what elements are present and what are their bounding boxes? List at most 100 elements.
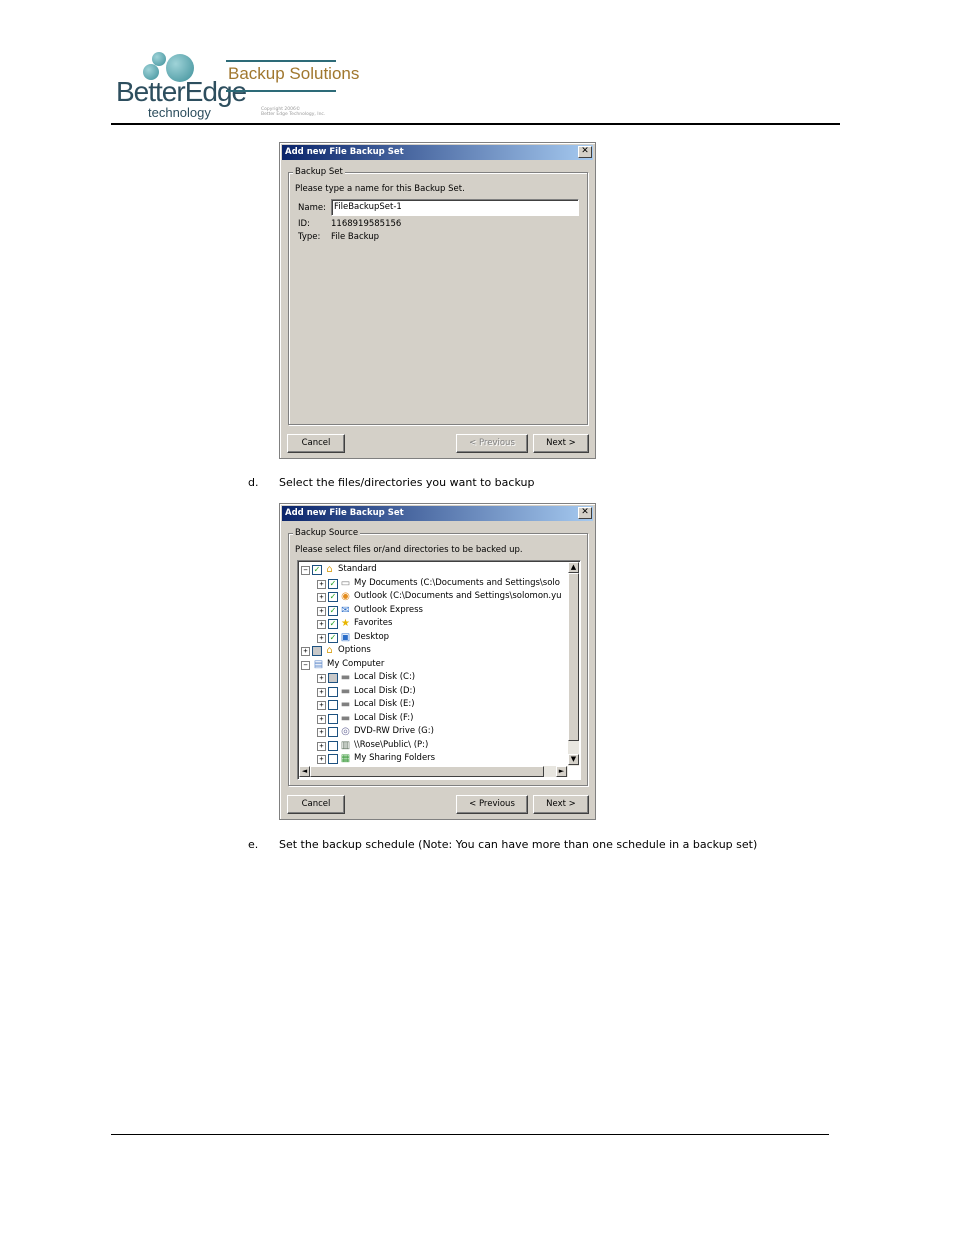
tree-checkbox[interactable] — [312, 646, 322, 656]
tree-expander-icon[interactable]: + — [317, 606, 326, 616]
tree-row[interactable]: + ▦ My Sharing Folders — [298, 752, 566, 765]
tree-expander-icon[interactable]: + — [317, 714, 326, 724]
close-icon[interactable]: ✕ — [578, 146, 592, 158]
scroll-down-button[interactable]: ▼ — [568, 754, 579, 765]
disk-icon: ▬ — [340, 712, 351, 724]
tree-row[interactable]: − ▤ My Computer — [298, 658, 566, 671]
tree-label: Desktop — [354, 631, 390, 642]
copyright-line-2: Better Edge Technology, Inc. — [261, 112, 326, 117]
scroll-left-button[interactable]: ◄ — [299, 766, 310, 777]
tree-row[interactable]: + ✓ ★ Favorites — [298, 617, 566, 630]
id-label: ID: — [298, 219, 310, 229]
tree-checkbox[interactable] — [328, 686, 338, 697]
group-backup-set: Backup Set Please type a name for this B… — [288, 166, 588, 425]
tree-checkbox[interactable] — [328, 700, 338, 710]
tree-row[interactable]: + ✓ ✉ Outlook Express — [298, 604, 566, 617]
group-label: Backup Set — [293, 166, 345, 178]
computer-icon: ▤ — [313, 658, 324, 670]
type-value: File Backup — [331, 232, 380, 242]
step-e-marker: e. — [248, 838, 259, 851]
tree-expander-icon[interactable]: + — [301, 647, 310, 656]
close-icon[interactable]: ✕ — [578, 507, 592, 519]
group-label: Backup Source — [293, 527, 361, 539]
tree-checkbox[interactable]: ✓ — [328, 632, 338, 643]
tree-checkbox[interactable]: ✓ — [328, 605, 338, 616]
tree-expander-icon[interactable]: + — [317, 620, 326, 629]
cancel-button[interactable]: Cancel — [287, 795, 345, 814]
tree-label: My Sharing Folders — [354, 753, 436, 763]
tree-expander-icon[interactable]: + — [317, 633, 326, 643]
favorites-icon: ★ — [341, 618, 350, 629]
next-button[interactable]: Next > — [533, 434, 589, 453]
tree-expander-icon[interactable]: + — [317, 741, 326, 751]
sharing-folder-icon: ▦ — [340, 753, 351, 764]
tree-label: Outlook Express — [354, 604, 423, 615]
backup-source-tree[interactable]: − ✓ ⌂ Standard + ✓ ▭ My Documents (C:\Documents… — [297, 560, 581, 780]
tree-label: My Documents (C:\Documents and Settings\… — [354, 577, 560, 588]
tree-label: Options — [338, 645, 371, 655]
tree-expander-icon[interactable]: + — [317, 579, 326, 589]
tree-row[interactable]: + ▥ \\Rose\Public\ (P:) — [298, 739, 566, 752]
group-backup-source: Backup Source Please select files or/and… — [288, 527, 588, 786]
tree-row[interactable]: + ⌂ Options — [298, 644, 566, 657]
step-e-text: Set the backup schedule (Note: You can h… — [279, 838, 758, 851]
tree-expander-icon[interactable]: + — [317, 755, 326, 764]
tree-checkbox[interactable]: ✓ — [328, 619, 338, 629]
disk-icon: ▬ — [340, 672, 351, 683]
tree-row[interactable]: + ◎ DVD-RW Drive (G:) — [298, 725, 566, 738]
tree-expander-icon[interactable]: − — [301, 660, 310, 670]
logo-subtitle: technology — [148, 105, 211, 120]
tree-row[interactable]: + ✓ ◉ Outlook (C:\Documents and Settings\so… — [298, 590, 566, 603]
previous-button[interactable]: < Previous — [456, 795, 528, 814]
tree-checkbox[interactable] — [328, 673, 338, 683]
dvd-drive-icon: ◎ — [341, 726, 350, 737]
tree-expander-icon[interactable]: + — [317, 593, 326, 602]
tree-label: Favorites — [354, 618, 393, 628]
tree-checkbox[interactable]: ✓ — [312, 565, 322, 575]
tree-row[interactable]: − ✓ ⌂ Standard — [298, 563, 566, 576]
dialog-title-bar: Add new File Backup Set — [282, 506, 593, 521]
tree-checkbox[interactable]: ✓ — [328, 578, 338, 589]
tree-row[interactable]: + ✓ ▭ My Documents (C:\Documents and Settin… — [298, 577, 566, 590]
tree-expander-icon[interactable]: + — [317, 728, 326, 737]
id-value: 1168919585156 — [331, 219, 402, 229]
tree-row[interactable]: + ✓ ▣ Desktop — [298, 631, 566, 644]
tree-label: Local Disk (C:) — [354, 672, 416, 682]
backup-set-name-input[interactable]: FileBackupSet-1 — [331, 199, 579, 216]
tree-expander-icon[interactable]: + — [317, 674, 326, 683]
tree-checkbox[interactable] — [328, 740, 338, 751]
name-label: Name: — [298, 203, 326, 213]
tree-label: Local Disk (E:) — [354, 699, 415, 709]
horizontal-scroll-thumb[interactable] — [310, 766, 544, 777]
tree-checkbox[interactable]: ✓ — [328, 592, 338, 602]
dialog-backup-source: Add new File Backup Set ✕ Backup Source … — [279, 503, 596, 820]
tree-row[interactable]: + ▬ Local Disk (D:) — [298, 685, 566, 698]
tree-expander-icon[interactable]: + — [317, 701, 326, 710]
tree-expander-icon[interactable]: − — [301, 566, 310, 575]
outlook-icon: ◉ — [341, 591, 350, 602]
name-prompt: Please type a name for this Backup Set. — [295, 184, 465, 194]
cancel-button[interactable]: Cancel — [287, 434, 345, 453]
tree-row[interactable]: + ▬ Local Disk (E:) — [298, 698, 566, 711]
tree-label: DVD-RW Drive (G:) — [354, 726, 434, 736]
next-button[interactable]: Next > — [533, 795, 589, 814]
tree-checkbox[interactable] — [328, 727, 338, 737]
tree-row[interactable]: + ▬ Local Disk (F:) — [298, 712, 566, 725]
tree-label: Local Disk (F:) — [354, 712, 414, 723]
outlook-express-icon: ✉ — [341, 604, 350, 616]
tree-label: Standard — [338, 564, 377, 574]
tree-label: My Computer — [327, 658, 385, 669]
vertical-scroll-thumb[interactable] — [568, 573, 579, 741]
scroll-up-button[interactable]: ▲ — [568, 562, 579, 573]
tree-row[interactable]: + ▬ Local Disk (C:) — [298, 671, 566, 684]
tree-label: Local Disk (D:) — [354, 685, 416, 696]
scroll-right-button[interactable]: ► — [556, 766, 567, 777]
desktop-icon: ▣ — [340, 631, 351, 643]
previous-button[interactable]: < Previous — [456, 434, 528, 453]
dialog-title: Add new File Backup Set — [285, 508, 404, 518]
dialog-backup-set: Add new File Backup Set ✕ Backup Set Ple… — [279, 142, 596, 459]
tree-expander-icon[interactable]: + — [317, 687, 326, 697]
tree-checkbox[interactable] — [328, 713, 338, 724]
tree-checkbox[interactable] — [328, 754, 338, 764]
step-d-text: Select the files/directories you want to… — [279, 476, 535, 489]
